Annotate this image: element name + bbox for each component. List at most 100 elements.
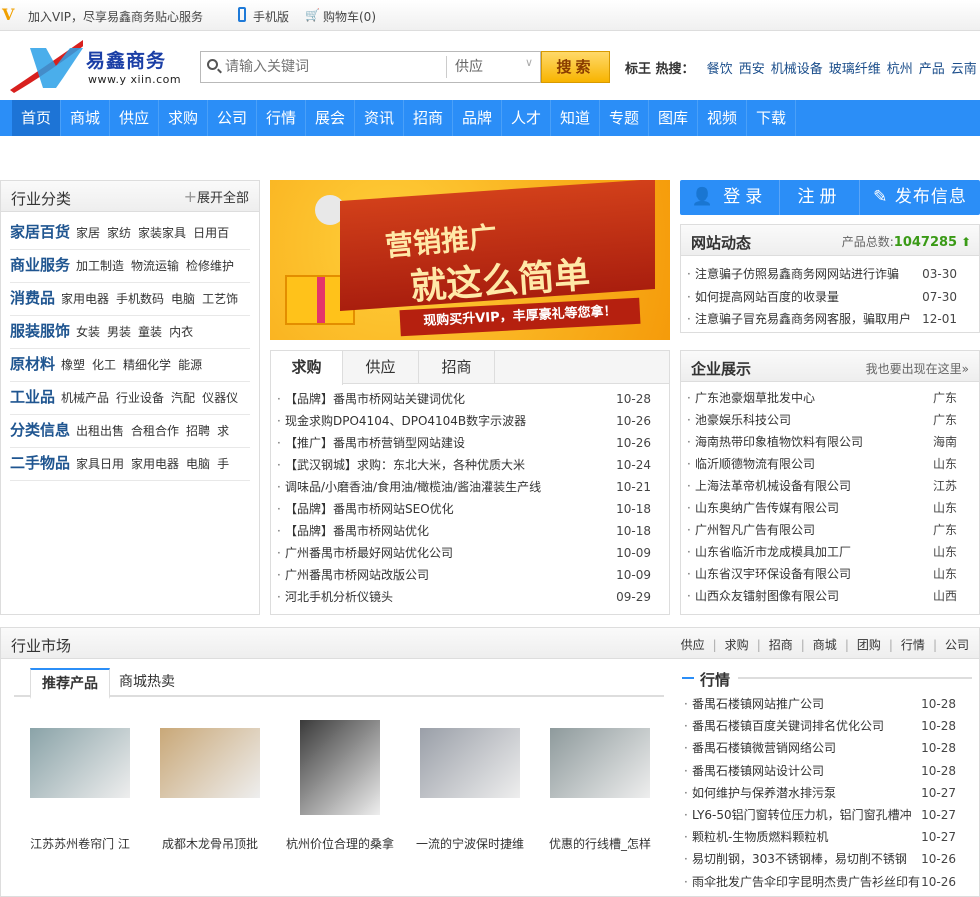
- list-item[interactable]: 调味品/小磨香油/食用油/橄榄油/酱油灌装生产线 10-21: [271, 476, 669, 498]
- company-item[interactable]: 池豪娱乐科技公司 广东: [681, 409, 979, 431]
- nav-item[interactable]: 公司: [208, 100, 257, 136]
- company-item[interactable]: 海南热带印象植物饮料有限公司 海南: [681, 431, 979, 453]
- quote-item[interactable]: 雨伞批发广告伞印字昆明杰贵广告衫丝印有10-26: [678, 871, 978, 893]
- list-item[interactable]: 现金求购DPO4104、DPO4104B数字示波器 10-26: [271, 410, 669, 432]
- market-link[interactable]: 商城: [813, 638, 837, 652]
- product-card[interactable]: 江苏苏州卷帘门 江: [20, 720, 140, 851]
- hot-link[interactable]: 云南: [951, 62, 977, 77]
- company-item[interactable]: 山东省临沂市龙成模具加工厂 山东: [681, 541, 979, 563]
- quote-item[interactable]: LY6-50铝门窗转位压力机，铝门窗孔槽冲 10-27: [678, 804, 978, 826]
- cart-link[interactable]: 购物车(0): [323, 8, 376, 25]
- company-item[interactable]: 临沂顺德物流有限公司 山东: [681, 453, 979, 475]
- list-item[interactable]: 【推广】番禺市桥营销型网站建设 10-26: [271, 432, 669, 454]
- nav-item[interactable]: 品牌: [453, 100, 502, 136]
- vip-link[interactable]: 加入VIP，尽享易鑫商务贴心服务: [28, 8, 203, 25]
- market-link[interactable]: 公司: [945, 638, 969, 652]
- category-link[interactable]: 工艺饰: [202, 292, 238, 306]
- category-link[interactable]: 内衣: [169, 325, 193, 339]
- product-image[interactable]: [300, 720, 380, 815]
- category-name[interactable]: 商业服务: [10, 256, 70, 274]
- nav-item[interactable]: 行情: [257, 100, 306, 136]
- list-item[interactable]: 【品牌】番禺市桥网站优化 10-18: [271, 520, 669, 542]
- category-link[interactable]: 仪器仪: [202, 391, 238, 405]
- market-link[interactable]: 供应: [681, 638, 705, 652]
- category-link[interactable]: 童装: [138, 325, 162, 339]
- category-link[interactable]: 电脑: [171, 292, 195, 306]
- company-item[interactable]: 山东省汉宇环保设备有限公司 山东: [681, 563, 979, 585]
- nav-item[interactable]: 人才: [502, 100, 551, 136]
- nav-item[interactable]: 资讯: [355, 100, 404, 136]
- list-item[interactable]: 广州番禺市桥最好网站优化公司 10-09: [271, 542, 669, 564]
- nav-item[interactable]: 首页: [12, 100, 61, 136]
- category-link[interactable]: 加工制造: [76, 259, 124, 273]
- category-link[interactable]: 男装: [107, 325, 131, 339]
- quote-item[interactable]: 如何维护与保养潜水排污泵 10-27: [678, 782, 978, 804]
- category-name[interactable]: 分类信息: [10, 421, 70, 439]
- category-link[interactable]: 出租出售: [76, 424, 124, 438]
- register-button[interactable]: 注册: [780, 180, 860, 215]
- tab-1[interactable]: 供应: [343, 351, 419, 384]
- category-link[interactable]: 电脑: [186, 457, 210, 471]
- category-name[interactable]: 服装服饰: [10, 322, 70, 340]
- hot-link[interactable]: 西安: [739, 62, 765, 77]
- quote-item[interactable]: 番禺石楼镇微营销网络公司 10-28: [678, 737, 978, 759]
- expand-all-link[interactable]: +展开全部: [184, 187, 249, 206]
- nav-item[interactable]: 下载: [747, 100, 796, 136]
- category-link[interactable]: 化工: [92, 358, 116, 372]
- logo-icon[interactable]: [8, 38, 83, 93]
- nav-item[interactable]: 视频: [698, 100, 747, 136]
- list-item[interactable]: 广州番禺市桥网站改版公司 10-09: [271, 564, 669, 586]
- market-link[interactable]: 行情: [901, 638, 925, 652]
- category-link[interactable]: 家居: [76, 226, 100, 240]
- product-image[interactable]: [550, 728, 650, 798]
- product-card[interactable]: 一流的宁波保时捷维: [410, 720, 530, 851]
- nav-item[interactable]: 商城: [61, 100, 110, 136]
- company-item[interactable]: 广东池豪烟草批发中心 广东: [681, 387, 979, 409]
- category-name[interactable]: 二手物品: [10, 454, 70, 472]
- category-link[interactable]: 检修维护: [186, 259, 234, 273]
- product-card[interactable]: 杭州价位合理的桑拿: [280, 720, 400, 851]
- category-link[interactable]: 招聘: [186, 424, 210, 438]
- nav-item[interactable]: 展会: [306, 100, 355, 136]
- nav-item[interactable]: 图库: [649, 100, 698, 136]
- news-item[interactable]: 注意骗子冒充易鑫商务网客服，骗取用户 12-01: [681, 308, 979, 331]
- product-name[interactable]: 一流的宁波保时捷维: [410, 835, 530, 852]
- quote-item[interactable]: 番禺石楼镇百度关键词排名优化公司 10-28: [678, 715, 978, 737]
- category-link[interactable]: 家纺: [107, 226, 131, 240]
- category-name[interactable]: 原材料: [10, 355, 55, 373]
- category-link[interactable]: 行业设备: [116, 391, 164, 405]
- product-image[interactable]: [160, 728, 260, 798]
- login-button[interactable]: 👤 登录: [680, 180, 780, 215]
- category-link[interactable]: 求: [217, 424, 229, 438]
- news-item[interactable]: 如何提高网站百度的收录量 07-30: [681, 286, 979, 309]
- news-item[interactable]: 注意骗子仿照易鑫商务网网站进行诈骗 03-30: [681, 263, 979, 286]
- list-item[interactable]: 河北手机分析仪镜头 09-29: [271, 586, 669, 608]
- company-item[interactable]: 上海法革帝机械设备有限公司 江苏: [681, 475, 979, 497]
- category-name[interactable]: 工业品: [10, 388, 55, 406]
- category-link[interactable]: 物流运输: [131, 259, 179, 273]
- product-card[interactable]: 成都木龙骨吊顶批: [150, 720, 270, 851]
- search-input[interactable]: [225, 56, 440, 78]
- category-link[interactable]: 女装: [76, 325, 100, 339]
- category-link[interactable]: 汽配: [171, 391, 195, 405]
- nav-item[interactable]: 知道: [551, 100, 600, 136]
- market-link[interactable]: 招商: [769, 638, 793, 652]
- product-card[interactable]: 优惠的行线槽_怎样: [540, 720, 660, 851]
- company-item[interactable]: 山西众友镭射图像有限公司 山西: [681, 585, 979, 607]
- mobile-link[interactable]: 手机版: [253, 8, 289, 25]
- product-tab-1[interactable]: 商城热卖: [110, 668, 184, 697]
- category-link[interactable]: 机械产品: [61, 391, 109, 405]
- product-name[interactable]: 成都木龙骨吊顶批: [150, 835, 270, 852]
- category-link[interactable]: 精细化学: [123, 358, 171, 372]
- hot-link[interactable]: 机械设备: [771, 62, 823, 77]
- nav-item[interactable]: 供应: [110, 100, 159, 136]
- list-item[interactable]: 【武汉钢城】求购：东北大米，各种优质大米 10-24: [271, 454, 669, 476]
- category-link[interactable]: 橡塑: [61, 358, 85, 372]
- category-link[interactable]: 家装家具: [138, 226, 186, 240]
- list-item[interactable]: 【品牌】番禺市桥网站关键词优化 10-28: [271, 388, 669, 410]
- quote-item[interactable]: 番禺石楼镇网站推广公司 10-28: [678, 693, 978, 715]
- tab-2[interactable]: 招商: [419, 351, 495, 384]
- quote-item[interactable]: 易切削钢，303不锈钢棒，易切削不锈钢 10-26: [678, 848, 978, 870]
- appear-here-link[interactable]: 我也要出现在这里»: [866, 360, 969, 377]
- category-link[interactable]: 合租合作: [131, 424, 179, 438]
